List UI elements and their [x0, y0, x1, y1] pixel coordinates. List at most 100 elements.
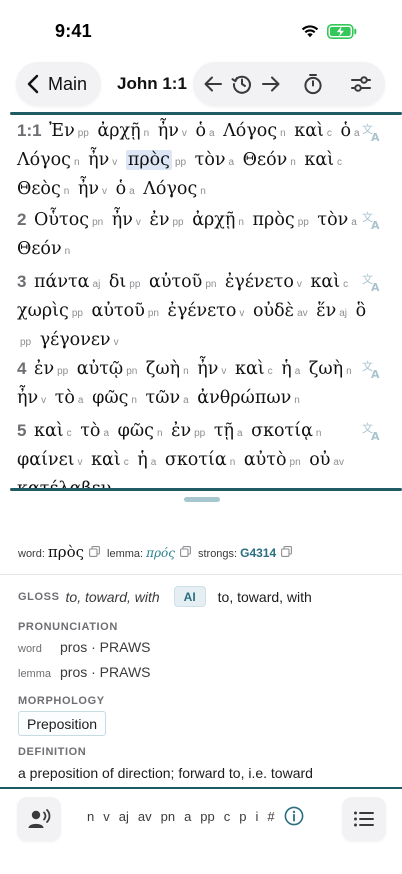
- pos-filter-pn[interactable]: pn: [161, 809, 175, 824]
- greek-word[interactable]: οὐδὲ: [253, 301, 294, 321]
- greek-word[interactable]: ὁ: [195, 121, 206, 141]
- word-detail-sheet: word: πρὸς lemma: πρός strongs: G4314 GL…: [0, 491, 402, 787]
- greek-word[interactable]: ἐγένετο: [225, 272, 294, 292]
- reading-pane[interactable]: 1:1 Ἐν pp ἀρχῇ n ἦν v ὁa Λόγος n καὶ c ὁ a Λόγο…: [0, 112, 402, 490]
- greek-word[interactable]: ὁ: [341, 121, 352, 141]
- greek-word[interactable]: ἦν: [197, 359, 218, 379]
- history-button[interactable]: [230, 72, 254, 96]
- copy-icon[interactable]: [89, 546, 100, 557]
- greek-word[interactable]: ἀνθρώπων: [197, 388, 291, 408]
- greek-word[interactable]: τῶν: [146, 388, 181, 408]
- greek-word[interactable]: ἦν: [88, 150, 109, 170]
- greek-word[interactable]: ἐν: [149, 210, 169, 230]
- greek-word[interactable]: φαίνει: [17, 450, 75, 470]
- translate-icon[interactable]: 文 A: [361, 420, 383, 442]
- greek-word[interactable]: φῶς: [92, 388, 128, 408]
- greek-word[interactable]: καὶ: [34, 421, 64, 441]
- greek-word[interactable]: ὁ: [116, 179, 127, 199]
- morphology-badge[interactable]: Preposition: [18, 711, 107, 736]
- list-button[interactable]: [342, 797, 386, 841]
- pos-filter-i[interactable]: i: [256, 809, 259, 824]
- greek-word[interactable]: Θεὸς: [17, 179, 61, 199]
- greek-word[interactable]: τὸ: [55, 388, 75, 408]
- back-arrow-button[interactable]: [201, 72, 225, 96]
- greek-word[interactable]: ἐγένετο: [168, 301, 237, 321]
- verse-line: Θεόν n: [17, 236, 369, 265]
- passage-title[interactable]: John 1:1: [117, 74, 187, 94]
- greek-word[interactable]: αὐτὸ: [244, 450, 287, 470]
- forward-arrow-button[interactable]: [259, 72, 283, 96]
- pos-filter-number[interactable]: #: [267, 809, 274, 824]
- greek-word[interactable]: τὸν: [317, 210, 348, 230]
- greek-word[interactable]: πάντα: [34, 272, 89, 292]
- greek-word[interactable]: ἐν: [171, 421, 191, 441]
- greek-word[interactable]: Οὗτος: [34, 210, 89, 230]
- greek-word[interactable]: δι: [109, 272, 126, 292]
- translate-icon[interactable]: 文 A: [361, 271, 383, 293]
- info-icon[interactable]: [284, 806, 304, 826]
- pos-filter-a[interactable]: a: [184, 809, 191, 824]
- greek-word[interactable]: αὐτοῦ: [149, 272, 202, 292]
- greek-word[interactable]: χωρὶς: [17, 301, 69, 321]
- greek-word[interactable]: ἦν: [17, 388, 38, 408]
- pos-tag: v: [113, 337, 119, 348]
- pos-filter-c[interactable]: c: [224, 809, 231, 824]
- greek-word[interactable]: καὶ: [235, 359, 265, 379]
- back-button[interactable]: Main: [16, 62, 102, 106]
- pos-tag: v: [239, 308, 245, 319]
- greek-word[interactable]: τὸ: [80, 421, 100, 441]
- greek-word[interactable]: ἦν: [112, 210, 133, 230]
- greek-word[interactable]: ἦν: [78, 179, 99, 199]
- greek-word[interactable]: ζωὴ: [309, 359, 343, 379]
- greek-word[interactable]: Λόγος: [17, 150, 71, 170]
- greek-word[interactable]: ἡ: [137, 450, 148, 470]
- pos-filter-n[interactable]: n: [87, 809, 94, 824]
- copy-icon[interactable]: [180, 546, 191, 557]
- translate-icon[interactable]: 文 A: [361, 121, 383, 143]
- translate-icon[interactable]: 文 A: [361, 358, 383, 380]
- settings-button[interactable]: [349, 72, 373, 96]
- greek-word[interactable]: ἀρχῇ: [192, 210, 235, 230]
- timer-button[interactable]: [301, 72, 325, 96]
- greek-word[interactable]: Λόγος: [223, 121, 277, 141]
- greek-word[interactable]: καὶ: [310, 272, 340, 292]
- pos-filter-aj[interactable]: aj: [119, 809, 129, 824]
- greek-word[interactable]: Ἐν: [49, 121, 75, 141]
- greek-word[interactable]: φῶς: [118, 421, 154, 441]
- greek-word[interactable]: γέγονεν: [40, 330, 111, 350]
- greek-word[interactable]: ἕν: [316, 301, 336, 321]
- greek-word[interactable]: τῇ: [214, 421, 234, 441]
- word-value: πρὸς: [47, 543, 85, 561]
- read-aloud-button[interactable]: [17, 797, 61, 841]
- greek-word[interactable]: Θεόν: [17, 239, 62, 259]
- greek-word[interactable]: πρὸς: [253, 210, 295, 230]
- greek-word[interactable]: ἦν: [158, 121, 179, 141]
- greek-word[interactable]: σκοτία: [165, 450, 227, 470]
- greek-word[interactable]: Θεόν: [243, 150, 288, 170]
- greek-word[interactable]: ἡ: [281, 359, 292, 379]
- pos-filter-av[interactable]: av: [138, 809, 152, 824]
- greek-word[interactable]: ὃ: [356, 301, 367, 321]
- greek-word[interactable]: αὐτοῦ: [92, 301, 145, 321]
- greek-word[interactable]: αὐτῷ: [77, 359, 123, 379]
- greek-word[interactable]: σκοτίᾳ: [251, 421, 313, 441]
- greek-word[interactable]: ἐν: [34, 359, 54, 379]
- pos-filter-v[interactable]: v: [103, 809, 110, 824]
- sheet-grabber[interactable]: [184, 497, 220, 502]
- greek-word[interactable]: καὶ: [91, 450, 121, 470]
- greek-word[interactable]: ζωὴ: [146, 359, 180, 379]
- greek-word[interactable]: Λόγος: [143, 179, 197, 199]
- greek-word[interactable]: καὶ: [294, 121, 324, 141]
- pos-filter-p[interactable]: p: [239, 809, 246, 824]
- lemma-value[interactable]: πρός: [146, 546, 175, 560]
- greek-word[interactable]: καὶ: [304, 150, 334, 170]
- pos-filter-pp[interactable]: pp: [200, 809, 214, 824]
- strongs-value[interactable]: G4314: [240, 546, 276, 560]
- greek-word[interactable]: τὸν: [195, 150, 226, 170]
- greek-word-selected[interactable]: πρὸς: [125, 150, 172, 170]
- copy-icon[interactable]: [281, 546, 293, 557]
- greek-word[interactable]: οὐ: [309, 450, 330, 470]
- greek-word[interactable]: ἀρχῇ: [97, 121, 140, 141]
- ai-gloss-button[interactable]: AI: [173, 586, 206, 607]
- translate-icon[interactable]: 文 A: [361, 209, 383, 231]
